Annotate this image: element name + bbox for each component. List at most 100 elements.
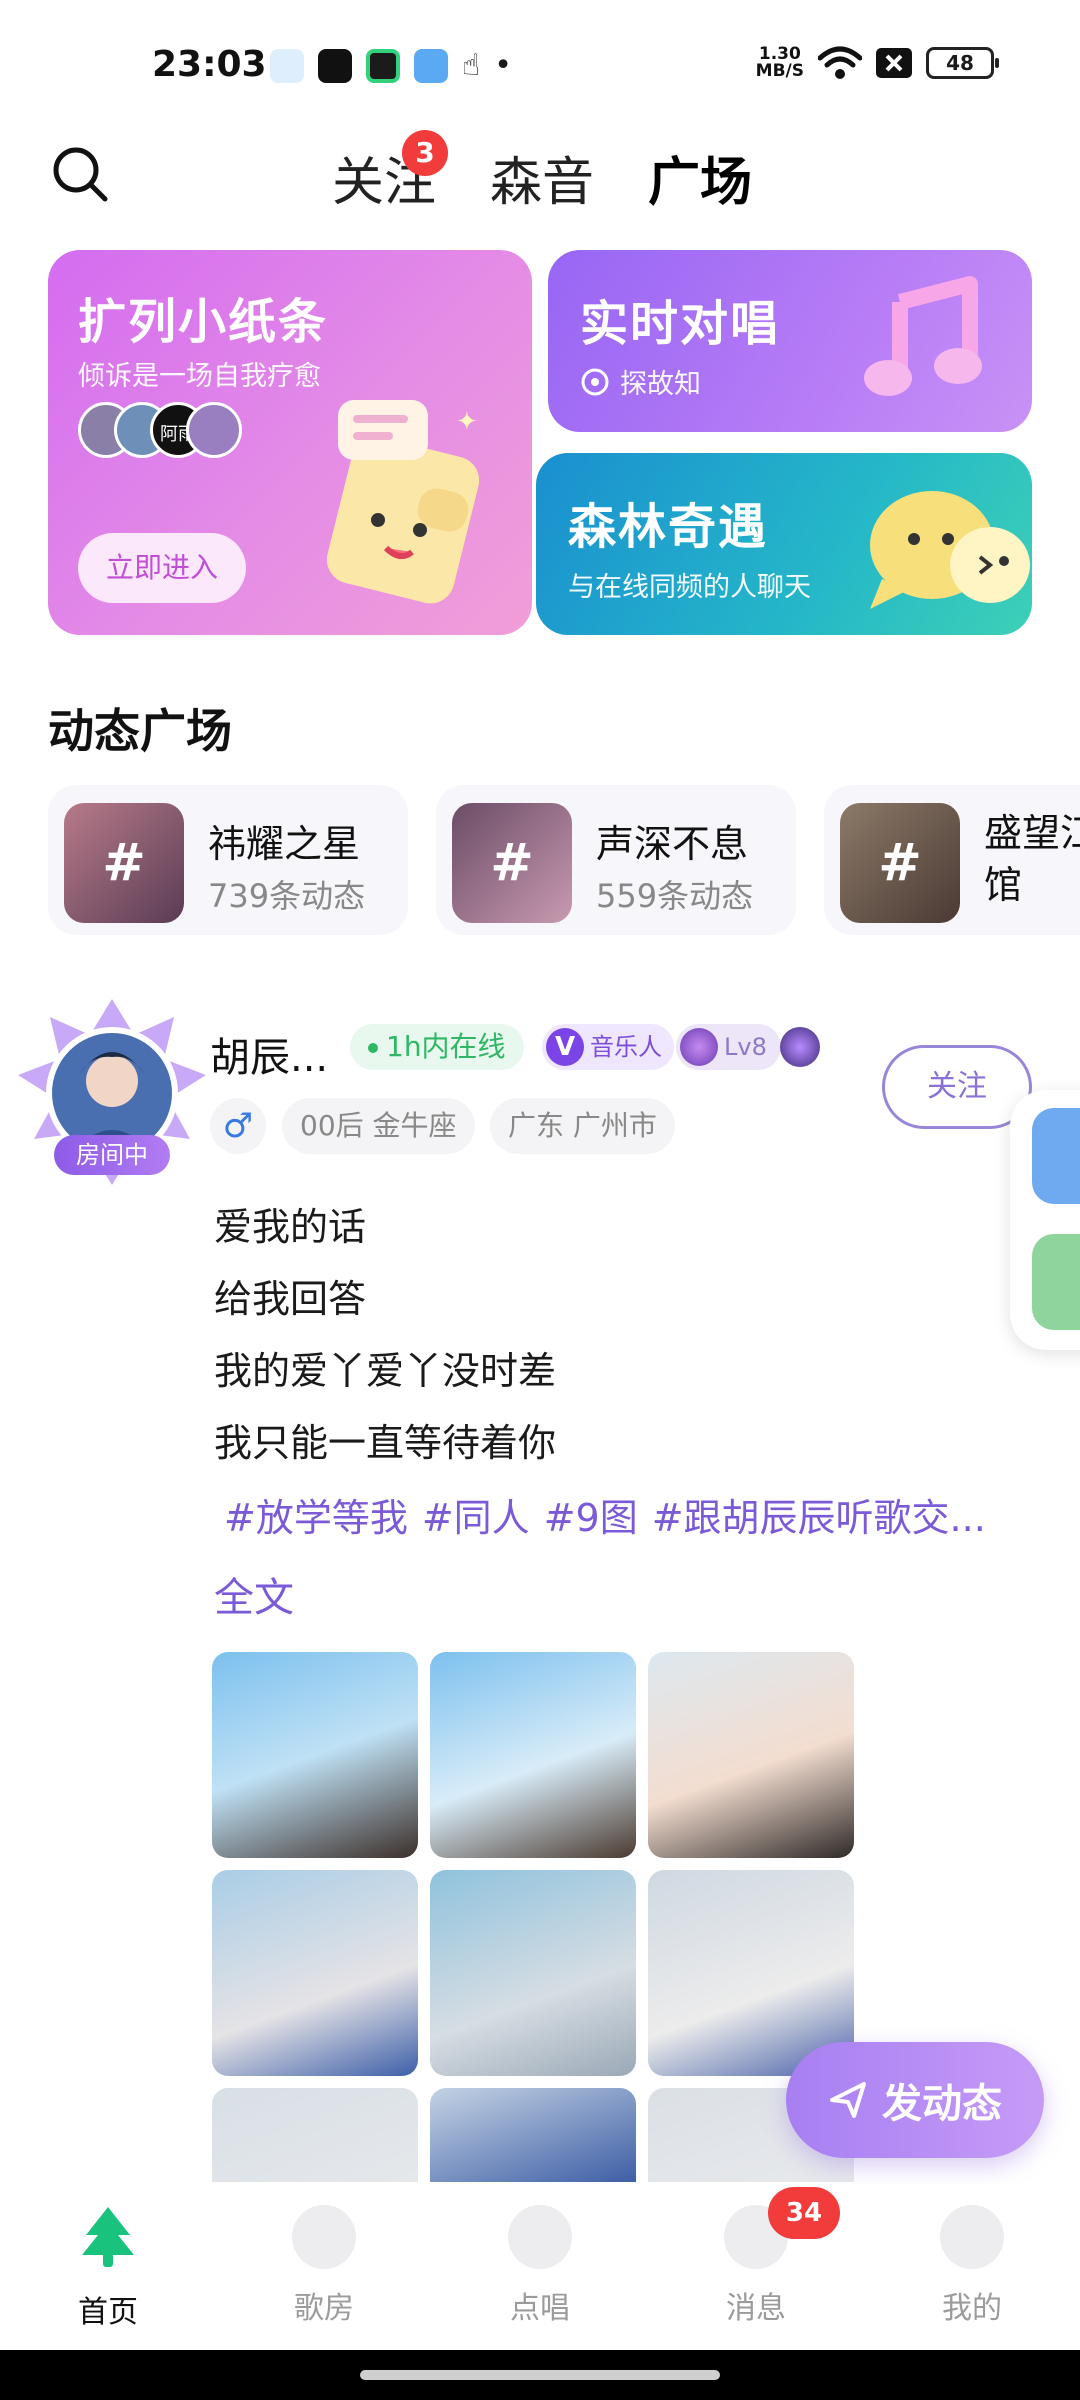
touch-icon: ☝ (462, 48, 481, 83)
post-image[interactable] (648, 1652, 854, 1858)
follow-badge: 3 (402, 130, 448, 176)
topic-card[interactable]: # 盛望江 馆 (824, 785, 1080, 935)
status-right: 1.30 MB/S 48 (756, 46, 999, 80)
post-image-grid (212, 1652, 856, 2182)
nav-song-room[interactable]: 歌房 (244, 2205, 404, 2335)
gender-chip: ♂ (210, 1098, 266, 1154)
post-moment-button[interactable]: 发动态 (786, 2042, 1044, 2158)
paper-note-mascot-icon: ✦ (326, 400, 480, 604)
nav-request[interactable]: 点唱 (460, 2205, 620, 2335)
post-image[interactable] (430, 1870, 636, 2076)
side-chat-button[interactable] (1032, 1234, 1080, 1330)
medal-icon (780, 1027, 820, 1067)
tree-icon (82, 2207, 134, 2267)
nav-home[interactable]: 首页 (28, 2205, 188, 2335)
hashtag[interactable]: #同人 (422, 1496, 530, 1540)
home-indicator[interactable] (360, 2370, 720, 2380)
hashtag[interactable]: #9图 (544, 1496, 638, 1540)
topic-count: 739条动态 (208, 877, 366, 915)
hash-icon: # (840, 803, 960, 923)
duet-card-subtitle: 探故知 (620, 369, 701, 400)
age-zodiac-tag: 00后 金牛座 (282, 1098, 475, 1154)
weather-icon (414, 48, 448, 83)
topic-count: 559条动态 (596, 877, 754, 915)
topic-name: 盛望江 馆 (984, 811, 1080, 907)
app-notification-icon (270, 48, 304, 83)
duet-card-title: 实时对唱 (580, 296, 781, 352)
forest-card-subtitle: 与在线同频的人聊天 (568, 572, 811, 603)
forest-encounter-card[interactable]: 森林奇遇 与在线同频的人聊天 (536, 453, 1032, 635)
level-gem-icon (680, 1028, 718, 1066)
online-status: 1h内在线 (350, 1024, 524, 1070)
music-note-icon (864, 276, 982, 396)
topic-name: 祎耀之星 (208, 822, 361, 866)
tab-senyin[interactable]: 森音 (490, 140, 594, 215)
location-tag: 广东 广州市 (490, 1098, 675, 1154)
tiktok-icon (318, 48, 352, 83)
hash-icon: # (452, 803, 572, 923)
post-image[interactable] (212, 2088, 418, 2182)
nav-request-label: 点唱 (510, 2291, 570, 2326)
music-app-icon (366, 48, 400, 83)
no-sim-icon (876, 48, 912, 78)
avatar (186, 402, 242, 458)
level-text: Lv8 (724, 1033, 767, 1061)
topic-card[interactable]: # 祎耀之星 739条动态 (48, 785, 408, 935)
side-shortcut-button[interactable] (1032, 1108, 1080, 1204)
wifi-icon (818, 46, 862, 79)
search-icon[interactable] (50, 144, 110, 204)
bottom-nav: 首页 歌房 点唱 消息 34 我的 (0, 2185, 1080, 2350)
topic-card[interactable]: # 声深不息 559条动态 (436, 785, 796, 935)
note-card[interactable]: 扩列小纸条 倾诉是一场自我疗愈 阿雨 立即进入 ✦ (48, 250, 532, 635)
duet-card[interactable]: 实时对唱 探故知 (548, 250, 1032, 432)
messages-badge: 34 (768, 2187, 840, 2239)
full-text-link[interactable]: 全文 (214, 1565, 294, 1623)
nav-messages-label: 消息 (726, 2291, 786, 2326)
chat-bubbles-icon (870, 491, 1030, 609)
notification-icons: ☝ • (270, 48, 512, 83)
post-image[interactable] (212, 1652, 418, 1858)
music-note-icon (292, 2205, 356, 2269)
musician-badge: V 音乐人 (542, 1024, 674, 1070)
post-author-name[interactable]: 胡辰... (210, 1025, 328, 1083)
post-author-avatar[interactable]: 房间中 (14, 995, 210, 1191)
musician-text: 音乐人 (590, 1033, 662, 1061)
post-text-line: 给我回答 (214, 1277, 367, 1321)
tab-plaza[interactable]: 广场 (648, 140, 752, 215)
nav-me[interactable]: 我的 (892, 2205, 1052, 2335)
side-floating-panel (1010, 1090, 1080, 1350)
hash-icon: # (64, 803, 184, 923)
follow-button[interactable]: 关注 (882, 1045, 1032, 1129)
post-image[interactable] (212, 1870, 418, 2076)
status-bar: 23:03 ☝ • 1.30 MB/S 48 (0, 0, 1080, 130)
nav-me-label: 我的 (942, 2291, 1002, 2326)
profile-icon (940, 2205, 1004, 2269)
online-dot (368, 1043, 378, 1053)
gesture-bar (0, 2350, 1080, 2400)
status-time: 23:03 (152, 44, 267, 85)
duet-card-subtitle-row: 探故知 (580, 362, 701, 401)
in-room-badge[interactable]: 房间中 (54, 1135, 170, 1175)
post-image[interactable] (430, 2088, 636, 2182)
hashtag[interactable]: #跟胡辰辰听歌交... (652, 1496, 986, 1540)
hashtag-row: #放学等我 #同人 #9图 #跟胡辰辰听歌交... (224, 1487, 1000, 1542)
note-card-title: 扩列小纸条 (78, 294, 329, 350)
note-avatars: 阿雨 (78, 402, 242, 458)
top-tabs: 关注 3 森音 广场 (0, 130, 1080, 240)
enter-now-button[interactable]: 立即进入 (78, 533, 246, 603)
verified-v-icon: V (546, 1028, 584, 1066)
post-image[interactable] (430, 1652, 636, 1858)
note-card-subtitle: 倾诉是一场自我疗愈 (78, 361, 321, 392)
more-dot-icon: • (494, 48, 512, 83)
section-title: 动态广场 (48, 704, 232, 758)
post-moment-label: 发动态 (882, 2081, 1002, 2127)
topic-carousel: # 祎耀之星 739条动态 # 声深不息 559条动态 # 盛望江 馆 (48, 785, 1080, 935)
net-speed-unit: MB/S (755, 61, 804, 81)
send-icon (830, 2082, 866, 2118)
topic-name: 声深不息 (596, 822, 749, 866)
forest-card-title: 森林奇遇 (568, 499, 769, 555)
net-speed: 1.30 MB/S (756, 46, 804, 80)
svg-text:✦: ✦ (456, 407, 478, 437)
post-text-line: 我的爱丫爱丫没时差 (214, 1349, 557, 1393)
hashtag[interactable]: #放学等我 (224, 1496, 408, 1540)
